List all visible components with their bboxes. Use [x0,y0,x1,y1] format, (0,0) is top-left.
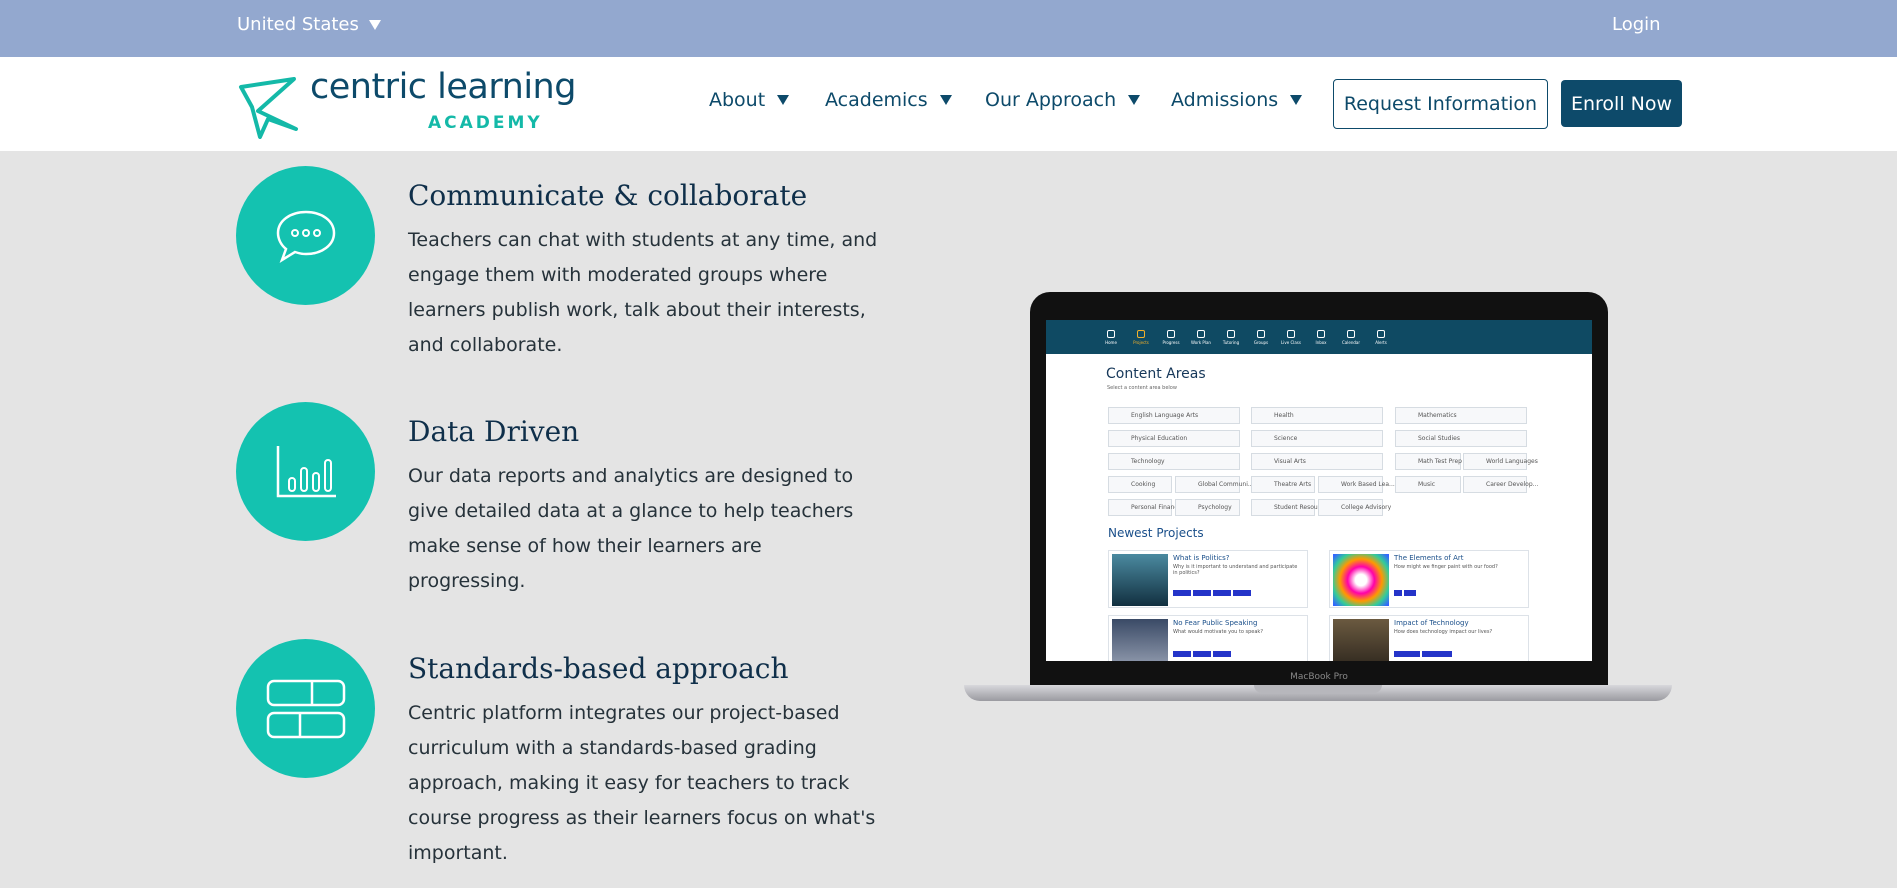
logo-subtitle: ACADEMY [428,113,543,133]
nav-our-approach-label: Our Approach [985,89,1117,111]
project-tags [1394,581,1418,600]
chevron-down-icon [939,95,952,105]
project-card: No Fear Public Speaking What would motiv… [1108,615,1308,661]
chevron-down-icon [368,19,381,30]
bar-chart-icon [276,445,336,497]
utility-bar: United States Login [0,0,1897,57]
project-subtitle: How does technology impact our lives? [1394,629,1493,635]
app-nav-item: Calendar [1336,320,1366,354]
nav-academics[interactable]: Academics [825,89,952,111]
app-nav-item: Live Class [1276,320,1306,354]
laptop-mockup: Home Projects Progress Work Plan Tutorin… [964,292,1672,712]
content-area-chip: Work Based Lea... [1318,476,1395,493]
project-thumbnail [1333,554,1389,606]
project-tags [1394,642,1454,661]
chevron-down-icon [1290,95,1303,105]
nav-admissions-label: Admissions [1171,89,1279,111]
country-label: United States [237,14,359,35]
project-card: What is Politics? Why is it important to… [1108,550,1308,608]
feature-body: Centric platform integrates our project-… [408,702,876,864]
content-area-chip: Student Resources [1251,499,1330,516]
feature-body: Teachers can chat with students at any t… [408,229,878,356]
content-area-chip: Personal Finance [1108,499,1181,516]
content-area-chip: Physical Education [1108,430,1240,447]
content-area-chip: Career Develop... [1463,476,1538,493]
content-area-chip: Health [1251,407,1383,424]
project-tags [1173,581,1253,600]
project-subtitle: Why is it important to understand and pa… [1173,564,1298,576]
nav-academics-label: Academics [825,89,928,111]
content-area-chip: Math Test Prep [1395,453,1462,470]
content-area-chip: Visual Arts [1251,453,1383,470]
laptop-screen: Home Projects Progress Work Plan Tutorin… [1046,320,1592,661]
login-link[interactable]: Login [1612,14,1661,35]
grid-blocks-icon [266,679,345,738]
feature-title: Communicate & collaborate [408,179,808,212]
content-area-chip: Mathematics [1395,407,1527,424]
nav-our-approach[interactable]: Our Approach [985,89,1141,111]
content-area-chip: Science [1251,430,1383,447]
project-title: What is Politics? [1173,554,1230,562]
project-card: The Elements of Art How might we finger … [1329,550,1529,608]
project-card: Impact of Technology How does technology… [1329,615,1529,661]
feature-title: Data Driven [408,415,580,448]
app-nav-item: Projects [1126,320,1156,354]
content-area-chip: Technology [1108,453,1240,470]
app-nav-item: Work Plan [1186,320,1216,354]
feature-body: Our data reports and analytics are desig… [408,465,854,592]
project-thumbnail [1112,554,1168,606]
content-area-chip: Music [1395,476,1461,493]
app-nav-item: Progress [1156,320,1186,354]
content-areas-title: Content Areas [1106,366,1206,382]
newest-projects-title: Newest Projects [1108,526,1204,540]
feature-icon-circle [236,402,375,541]
feature-title: Standards-based approach [408,652,789,685]
app-navbar: Home Projects Progress Work Plan Tutorin… [1046,320,1592,354]
content-areas-subtitle: Select a content area below [1107,385,1177,391]
country-selector[interactable]: United States [237,14,381,35]
nav-admissions[interactable]: Admissions [1171,89,1303,111]
chat-bubble-icon [276,210,335,263]
content-area-chip: Social Studies [1395,430,1527,447]
logo[interactable]: centric learning ACADEMY [238,67,576,143]
project-thumbnail [1112,619,1168,661]
project-tags [1173,642,1233,661]
app-nav-item: Alerts [1366,320,1396,354]
project-title: The Elements of Art [1394,554,1464,562]
request-information-button[interactable]: Request Information [1333,79,1548,129]
content-area-chip: Global Communi... [1175,476,1254,493]
app-nav-item: Groups [1246,320,1276,354]
chevron-down-icon [777,95,790,105]
project-subtitle: What would motivate you to speak? [1173,629,1263,635]
content-area-chip: Theatre Arts [1251,476,1315,493]
laptop-model-label: MacBook Pro [1290,672,1348,682]
content-area-chip: Cooking [1108,476,1172,493]
site-header: centric learning ACADEMY About Academics… [0,57,1897,151]
content-area-chip: Psychology [1175,499,1240,516]
nav-about[interactable]: About [709,89,790,111]
project-thumbnail [1333,619,1389,661]
feature-icon-circle [236,166,375,305]
logo-mark-icon [239,77,298,139]
nav-about-label: About [709,89,766,111]
app-nav-item: Tutoring [1216,320,1246,354]
logo-wordmark: centric learning [310,67,576,107]
content-area-chip: College Advisory [1318,499,1391,516]
app-nav-item: Home [1096,320,1126,354]
feature-icon-circle [236,639,375,778]
content-area-chip: English Language Arts [1108,407,1240,424]
laptop-notch [1254,685,1382,693]
project-subtitle: How might we finger paint with our food? [1394,564,1498,570]
chevron-down-icon [1128,95,1141,105]
enroll-now-button[interactable]: Enroll Now [1561,80,1682,127]
project-title: No Fear Public Speaking [1173,619,1258,627]
project-title: Impact of Technology [1394,619,1469,627]
content-area-chip: World Languages [1463,453,1538,470]
app-nav-item: Inbox [1306,320,1336,354]
